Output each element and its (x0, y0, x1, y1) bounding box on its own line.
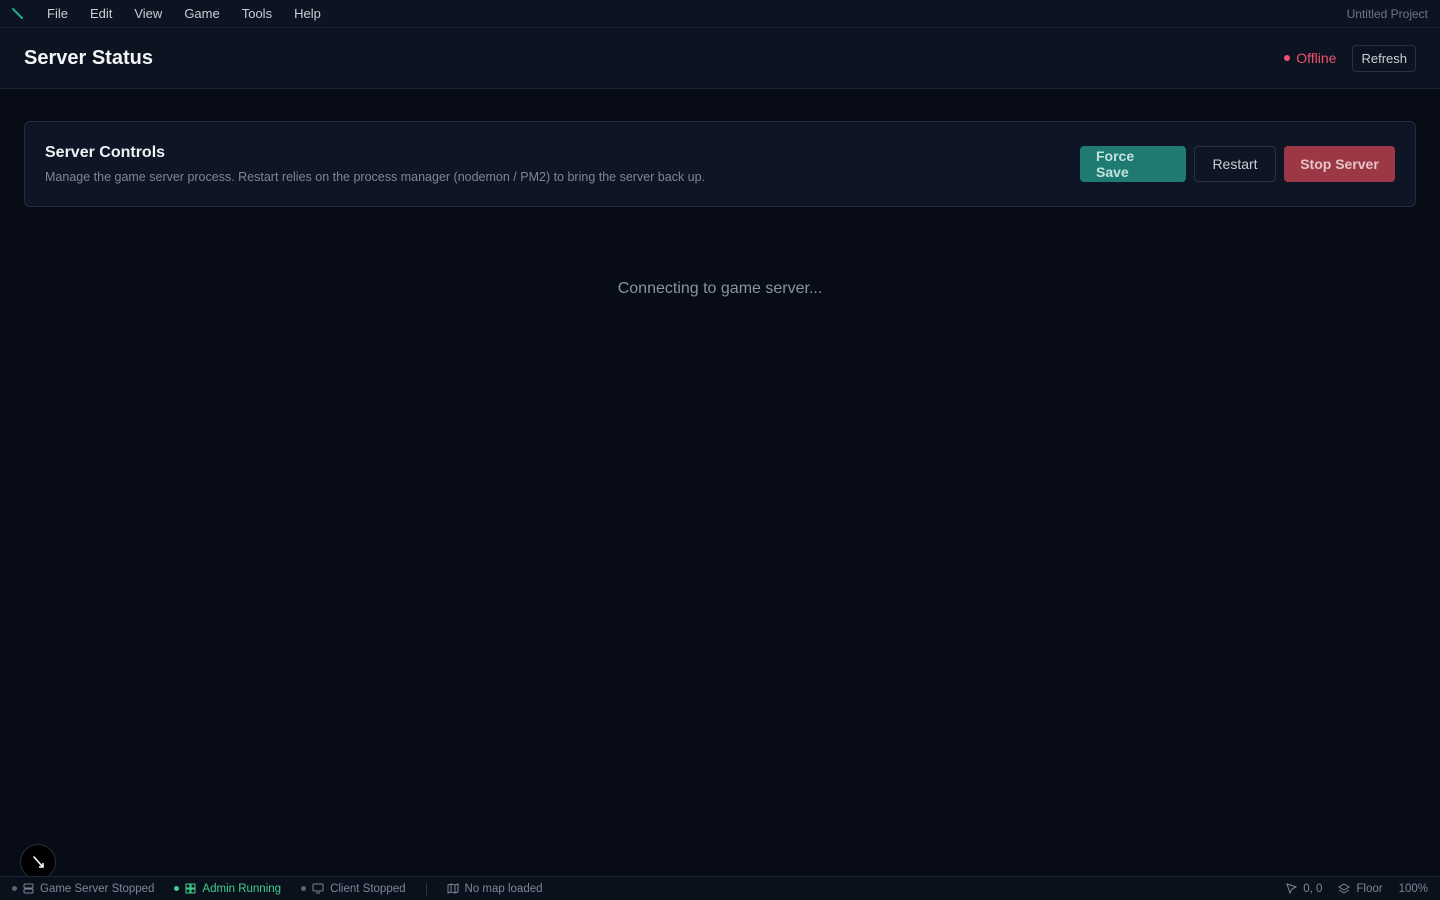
menu-tools[interactable]: Tools (231, 0, 283, 28)
status-bar: Game Server Stopped Admin Running Client… (0, 876, 1440, 900)
project-name: Untitled Project (1346, 7, 1428, 21)
game-server-status-label: Game Server Stopped (40, 882, 155, 895)
admin-status-label: Admin Running (202, 882, 282, 895)
status-dot-icon (1284, 55, 1291, 61)
layer-selector[interactable]: Floor (1338, 882, 1383, 895)
refresh-button[interactable]: Refresh (1352, 44, 1416, 72)
cursor-position: 0, 0 (1286, 883, 1322, 895)
server-status-badge: Offline (1284, 50, 1336, 66)
menu-edit[interactable]: Edit (79, 0, 123, 28)
page-header: Server Status Offline Refresh (0, 28, 1440, 89)
status-dot-icon (301, 886, 307, 891)
status-dot-icon (12, 886, 17, 891)
map-icon (447, 883, 459, 894)
menu-view[interactable]: View (123, 0, 173, 28)
menu-bar: File Edit View Game Tools Help Untitled … (0, 0, 1440, 28)
server-icon (23, 883, 34, 894)
server-status-label: Offline (1296, 50, 1337, 66)
force-save-button[interactable]: Force Save (1080, 146, 1186, 182)
server-controls-card: Server Controls Manage the game server p… (24, 121, 1416, 207)
menu-file[interactable]: File (36, 0, 79, 28)
status-divider (425, 882, 427, 895)
server-controls-description: Manage the game server process. Restart … (45, 170, 706, 184)
stop-server-button[interactable]: Stop Server (1284, 146, 1395, 182)
layers-icon (1338, 883, 1351, 894)
status-dot-icon (174, 886, 180, 891)
layer-label: Floor (1356, 882, 1383, 895)
map-status-label: No map loaded (464, 882, 543, 895)
restart-button[interactable]: Restart (1194, 146, 1276, 182)
app-logo-icon (0, 7, 36, 21)
client-status-label: Client Stopped (330, 882, 406, 895)
cursor-position-label: 0, 0 (1303, 882, 1323, 895)
connecting-message: Connecting to game server... (617, 280, 823, 297)
monitor-icon (312, 883, 324, 894)
menu-game[interactable]: Game (173, 0, 230, 28)
grid-icon (185, 883, 196, 894)
page-title: Server Status (24, 46, 153, 69)
menu-help[interactable]: Help (283, 0, 332, 28)
arrow-icon (33, 856, 44, 868)
pointer-icon (1286, 883, 1298, 894)
client-status[interactable]: Client Stopped (301, 882, 406, 895)
floating-action-button[interactable] (20, 844, 56, 880)
admin-status[interactable]: Admin Running (174, 883, 281, 895)
server-controls-title: Server Controls (45, 144, 166, 161)
game-server-status[interactable]: Game Server Stopped (12, 883, 154, 895)
zoom-level[interactable]: 100% (1399, 883, 1428, 895)
map-status: No map loaded (447, 883, 543, 895)
